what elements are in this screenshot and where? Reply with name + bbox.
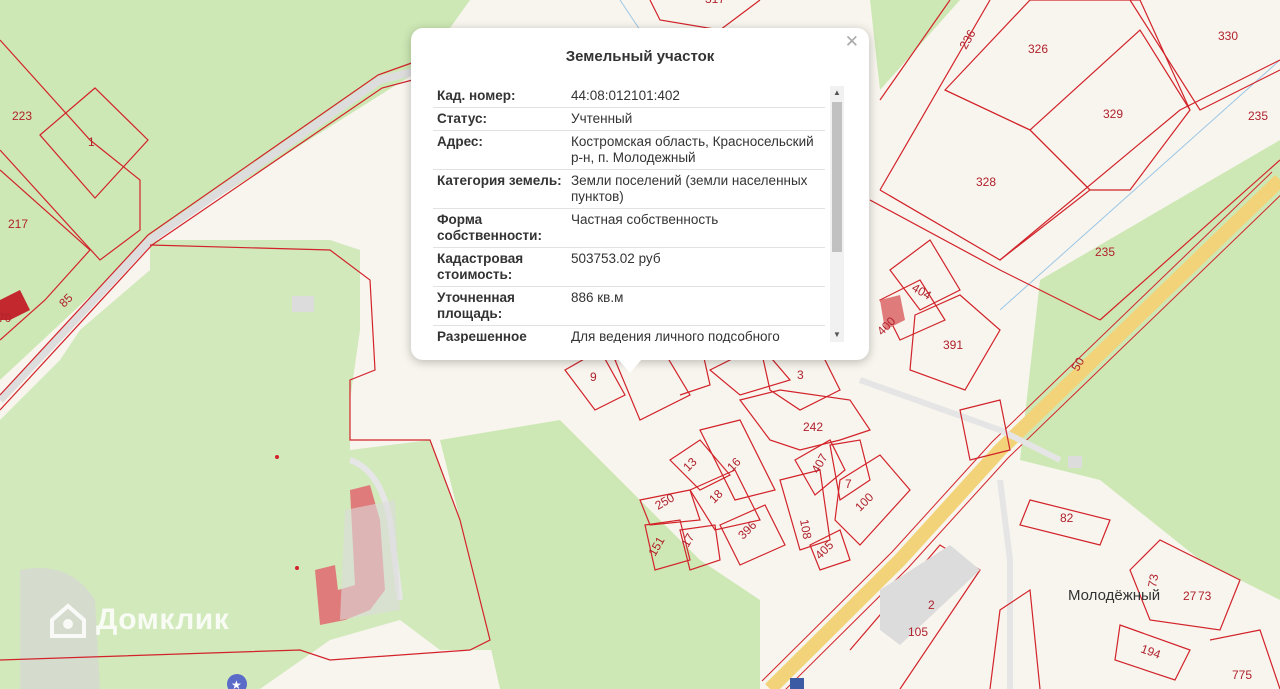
sport-poi-glyph: ★ [231,678,242,689]
plot-number-label: 73 [1198,589,1212,603]
plot-number-label: 329 [1103,107,1123,121]
info-row: Уточненная площадь: 886 кв.м [433,287,825,326]
popup-scrollbar[interactable]: ▲ ▼ [830,86,844,342]
info-row: Форма собственности: Частная собственност… [433,209,825,248]
plot-number-label: 7 [845,477,852,491]
point-marker [275,455,279,459]
plot-number-label: 242 [803,420,823,434]
point-marker [295,566,299,570]
scrollbar-thumb[interactable] [832,102,842,252]
land-plot-popup: Земельный участок ✕ Кад. номер: 44:08:012… [411,28,869,373]
info-row-key: Форма собственности: [437,212,542,243]
plot-number-label: 27 [1183,589,1197,603]
popup-info-table[interactable]: Кад. номер: 44:08:012101:402 Статус: Учтенн… [433,85,825,343]
domclick-watermark: Домклик [48,600,229,640]
info-row-key: Адрес: [437,134,483,149]
info-row: Кадастровая стоимость: 503753.02 руб [433,248,825,287]
plot-number-label: 235 [1095,245,1115,259]
info-row-key: Статус: [437,111,487,126]
info-row-value: 44:08:012101:402 [571,88,680,103]
place-name-label: Молодёжный [1068,587,1160,604]
info-row: Кад. номер: 44:08:012101:402 [433,85,825,108]
building [1068,456,1082,468]
info-row: Статус: Учтенный [433,108,825,131]
popup-title: Земельный участок [565,48,715,65]
info-row-value: 503753.02 руб [571,251,661,266]
plot-number-label: 391 [943,338,963,352]
plot-number-label: 82 [1060,511,1074,525]
plot-number-label: 775 [1232,668,1252,682]
plot-number-label: 328 [976,175,996,189]
info-row: Адрес: Костромская область, Красносельски… [433,131,825,170]
info-row-key: Кад. номер: [437,88,516,103]
info-row-value: Костромская область, Красносельский р-н,… [571,134,814,165]
plot-number-label: 317 [705,0,725,6]
info-row-value: Учтенный [571,111,633,126]
plot-number-label: 330 [1218,29,1238,43]
close-icon[interactable]: ✕ [845,32,859,52]
watermark-text: Домклик [96,603,230,636]
building [292,296,314,312]
info-row-value: Частная собственность [571,212,719,227]
plot-number-label: 326 [1028,42,1048,56]
plot-number-label: 217 [8,217,28,231]
plot-number-label: 9 [590,370,597,384]
plot-number-label: 1 [88,135,95,149]
info-row-value: 886 кв.м [571,290,624,305]
scroll-up-icon[interactable]: ▲ [830,86,844,100]
info-row: Разрешенное Для ведения личного подсобног… [433,326,825,343]
bus-stop-icon[interactable] [790,678,804,689]
info-row-key: Кадастровая стоимость: [437,251,524,282]
info-row-value: Для ведения личного подсобного [571,329,780,343]
plot-number-label: 235 [1248,109,1268,123]
plot-number-label: 2 [928,598,935,612]
popup-pointer [618,359,642,373]
plot-number-label: 105 [908,625,928,639]
info-row-key: Уточненная площадь: [437,290,515,321]
building [340,500,400,620]
plot-number-label: 3 [797,368,804,382]
info-row-value: Земли поселений (земли населенных пункто… [571,173,808,204]
info-row-key: Категория земель: [437,173,562,188]
info-row: Категория земель: Земли поселений (земли … [433,170,825,209]
domclick-logo-icon [50,603,86,638]
info-row-key: Разрешенное [437,329,527,343]
plot-number-label: 223 [12,109,32,123]
scroll-down-icon[interactable]: ▼ [830,328,844,342]
plot-number-label: 70 [0,311,12,325]
